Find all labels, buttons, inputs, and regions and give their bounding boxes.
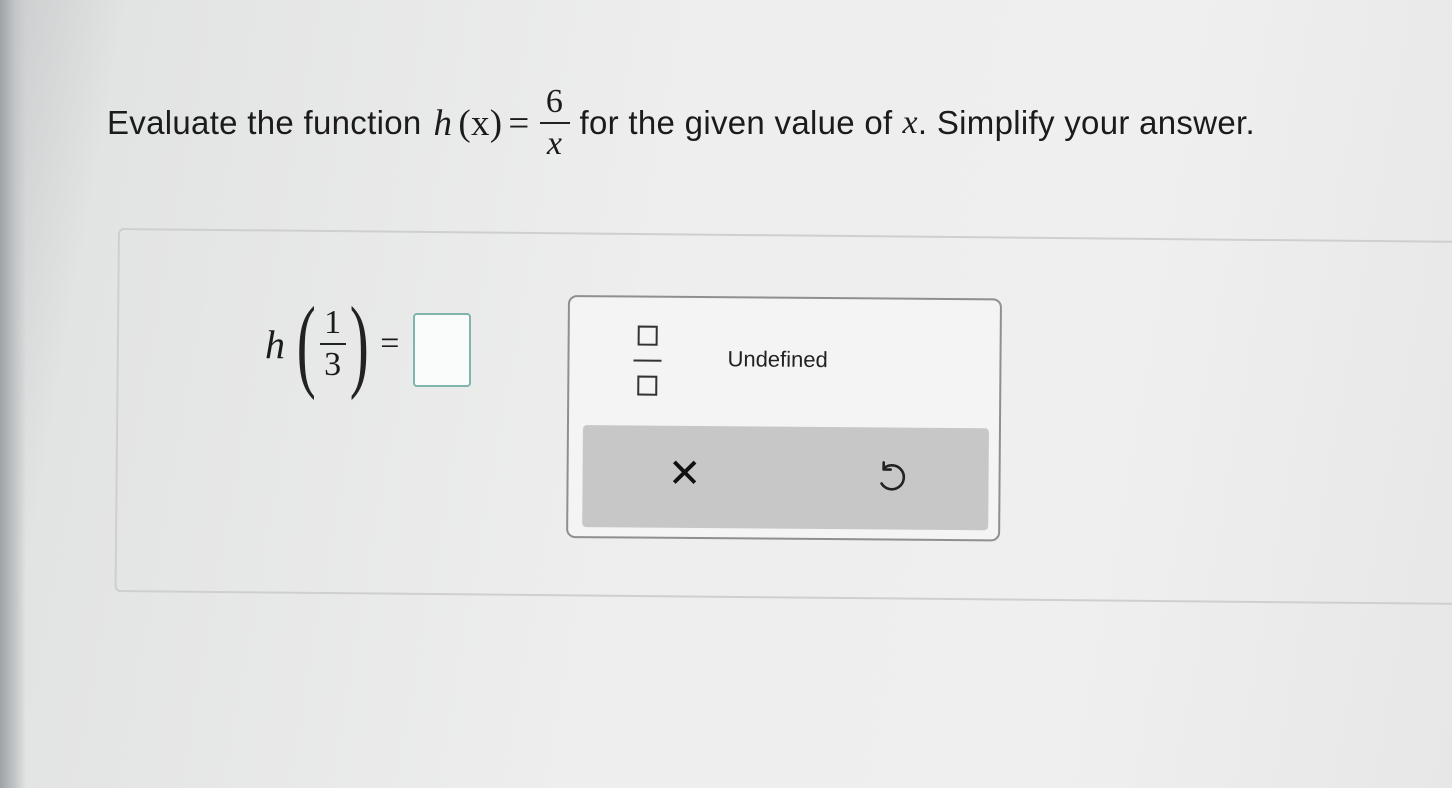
input-fraction-numerator: 1 bbox=[324, 304, 342, 341]
function-fraction: 6 x bbox=[539, 82, 570, 164]
function-name: h bbox=[433, 102, 453, 144]
left-paren: ( bbox=[296, 286, 316, 401]
question-variable: x bbox=[902, 104, 918, 141]
question-middle: for the given value of bbox=[579, 104, 893, 141]
answer-equation: h ( 1 3 ) = bbox=[265, 286, 472, 401]
input-fraction-denominator: 3 bbox=[324, 346, 342, 383]
math-palette: Undefined ✕ bbox=[566, 295, 1002, 542]
fraction-template-button[interactable] bbox=[629, 325, 666, 396]
fraction-denominator: x bbox=[546, 125, 563, 162]
undefined-button[interactable]: Undefined bbox=[727, 346, 828, 373]
undo-icon bbox=[880, 461, 906, 491]
undo-button[interactable] bbox=[870, 457, 910, 497]
input-fraction: 1 3 bbox=[319, 303, 346, 385]
clear-button[interactable]: ✕ bbox=[664, 451, 704, 497]
right-paren: ) bbox=[349, 286, 369, 401]
question-prefix: Evaluate the function bbox=[107, 104, 422, 141]
palette-action-bar: ✕ bbox=[582, 425, 989, 531]
fraction-numerator: 6 bbox=[545, 83, 564, 120]
equation-function-name: h bbox=[265, 321, 285, 367]
function-argument: (x) bbox=[458, 102, 503, 144]
fraction-template-bar bbox=[633, 359, 662, 362]
question-suffix: . Simplify your answer. bbox=[917, 104, 1255, 141]
close-icon: ✕ bbox=[667, 451, 702, 497]
question-text: Evaluate the function h (x) = 6 x for th… bbox=[107, 82, 1255, 164]
equation-equals: = bbox=[380, 325, 400, 362]
screen-edge-shadow bbox=[0, 0, 26, 788]
equals-sign: = bbox=[508, 102, 530, 144]
fraction-template-icon bbox=[637, 325, 658, 346]
fraction-template-denominator-icon bbox=[637, 375, 658, 396]
answer-input[interactable] bbox=[413, 313, 472, 387]
